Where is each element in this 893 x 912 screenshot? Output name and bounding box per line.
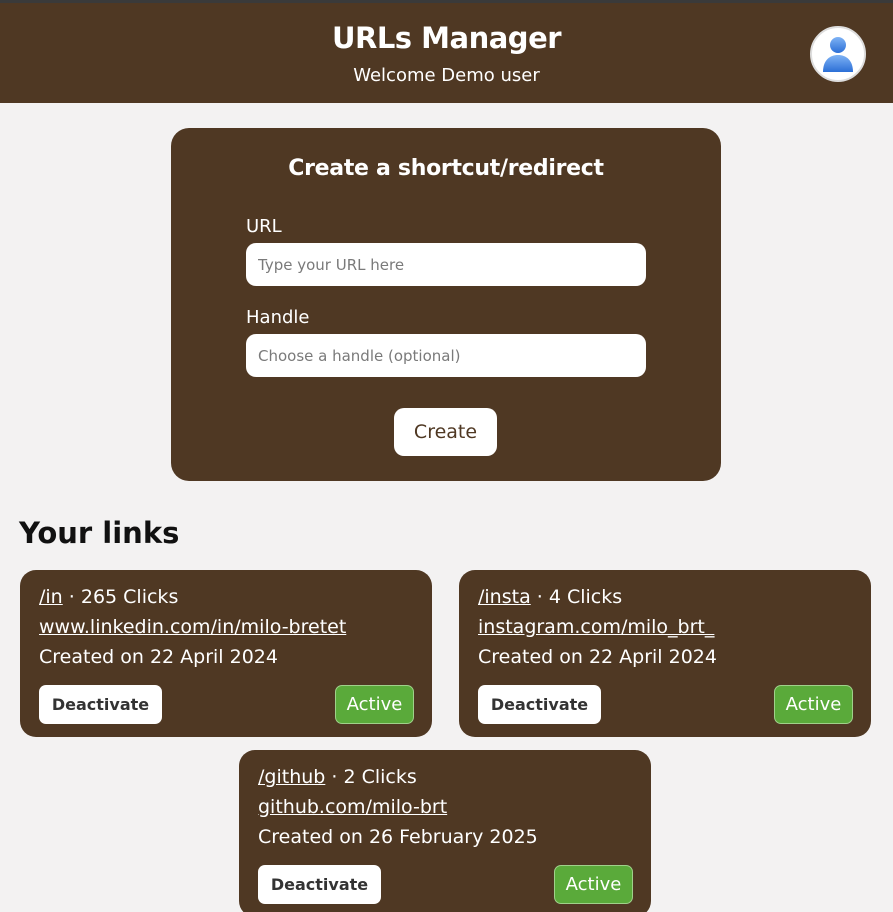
app-title: URLs Manager: [331, 21, 562, 55]
welcome-message: Welcome Demo user: [353, 65, 540, 86]
link-created-date: Created on 22 April 2024: [39, 646, 278, 668]
url-label: URL: [246, 216, 282, 237]
link-summary: /in · 265 Clicks: [39, 586, 178, 608]
link-summary: /insta · 4 Clicks: [478, 586, 622, 608]
link-handle[interactable]: /insta: [478, 586, 531, 608]
user-avatar-button[interactable]: [810, 26, 866, 82]
status-badge: Active: [335, 685, 414, 724]
status-badge: Active: [554, 865, 633, 904]
link-clicks: · 4 Clicks: [536, 586, 623, 608]
link-created-date: Created on 26 February 2025: [258, 826, 538, 848]
status-badge: Active: [774, 685, 853, 724]
link-summary: /github · 2 Clicks: [258, 766, 417, 788]
form-title: Create a shortcut/redirect: [288, 156, 604, 181]
user-avatar-icon: [823, 37, 853, 72]
deactivate-button[interactable]: Deactivate: [39, 685, 162, 724]
link-url[interactable]: www.linkedin.com/in/milo-bretet: [39, 616, 346, 638]
link-handle[interactable]: /in: [39, 586, 63, 608]
link-card: /in · 265 Clicks www.linkedin.com/in/mil…: [20, 570, 432, 737]
url-input[interactable]: [246, 243, 646, 286]
handle-input[interactable]: [246, 334, 646, 377]
link-card: /github · 2 Clicks github.com/milo-brt C…: [239, 750, 651, 912]
deactivate-button[interactable]: Deactivate: [258, 865, 381, 904]
link-handle[interactable]: /github: [258, 766, 325, 788]
link-clicks: · 2 Clicks: [331, 766, 417, 788]
create-shortcut-form: Create a shortcut/redirect URL Handle Cr…: [171, 128, 721, 481]
link-card: /insta · 4 Clicks instagram.com/milo_brt…: [459, 570, 871, 737]
page: URLs Manager Welcome Demo user Create a …: [0, 0, 893, 912]
app-header: URLs Manager Welcome Demo user: [0, 0, 893, 103]
your-links-heading: Your links: [19, 516, 180, 550]
handle-label: Handle: [246, 307, 310, 328]
link-created-date: Created on 22 April 2024: [478, 646, 717, 668]
link-clicks: · 265 Clicks: [68, 586, 179, 608]
link-url[interactable]: github.com/milo-brt: [258, 796, 447, 818]
create-button[interactable]: Create: [394, 408, 497, 456]
link-url[interactable]: instagram.com/milo_brt_: [478, 616, 714, 638]
deactivate-button[interactable]: Deactivate: [478, 685, 601, 724]
